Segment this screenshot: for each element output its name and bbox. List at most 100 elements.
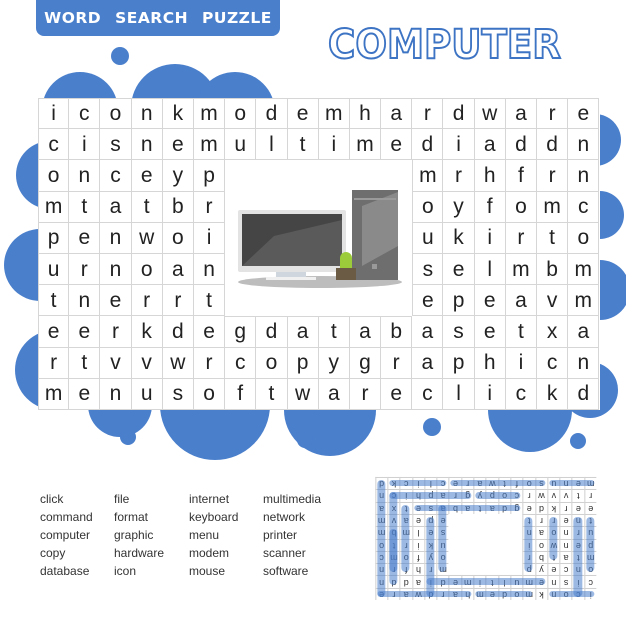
grid-cell[interactable]: k	[162, 98, 194, 130]
grid-cell[interactable]: r	[412, 98, 444, 130]
grid-cell[interactable]: p	[38, 222, 70, 254]
grid-cell[interactable]: i	[193, 222, 226, 254]
grid-cell[interactable]: o	[193, 378, 226, 410]
grid-cell[interactable]: s	[443, 316, 475, 348]
grid-cell[interactable]: b	[381, 316, 413, 348]
grid-cell[interactable]: d	[568, 378, 600, 410]
grid-cell[interactable]: v	[100, 347, 132, 379]
grid-cell[interactable]: a	[412, 316, 444, 348]
grid-cell[interactable]: r	[505, 222, 537, 254]
grid-cell[interactable]: n	[69, 160, 101, 192]
grid-cell[interactable]: e	[100, 285, 132, 317]
grid-cell[interactable]: a	[318, 378, 350, 410]
grid-cell[interactable]: u	[225, 129, 257, 161]
grid-cell[interactable]: a	[287, 316, 319, 348]
grid-cell[interactable]: d	[256, 98, 288, 130]
grid-cell[interactable]: r	[38, 347, 70, 379]
grid-cell[interactable]: t	[69, 191, 101, 223]
grid-cell[interactable]: c	[505, 378, 537, 410]
grid-cell[interactable]: t	[537, 222, 569, 254]
grid-cell[interactable]: b	[537, 253, 569, 286]
grid-cell[interactable]: t	[131, 191, 163, 223]
grid-cell[interactable]: d	[256, 316, 288, 348]
grid-cell[interactable]: c	[412, 378, 444, 410]
grid-cell[interactable]: m	[568, 253, 600, 286]
grid-cell[interactable]: r	[381, 347, 413, 379]
grid-cell[interactable]: w	[287, 378, 319, 410]
grid-cell[interactable]: e	[474, 316, 506, 348]
grid-cell[interactable]: m	[38, 378, 70, 410]
grid-cell[interactable]: f	[474, 191, 506, 223]
grid-cell[interactable]: k	[443, 222, 475, 254]
grid-cell[interactable]: i	[38, 98, 70, 130]
grid-cell[interactable]: e	[381, 129, 413, 161]
grid-cell[interactable]: o	[131, 253, 163, 286]
grid-cell[interactable]: c	[69, 98, 101, 130]
grid-cell[interactable]: i	[505, 347, 537, 379]
grid-cell[interactable]: t	[287, 129, 319, 161]
grid-cell[interactable]: m	[568, 285, 600, 317]
grid-cell[interactable]: r	[131, 285, 163, 317]
grid-cell[interactable]: r	[162, 285, 194, 317]
grid-cell[interactable]: l	[256, 129, 288, 161]
grid-cell[interactable]: p	[193, 160, 226, 192]
grid-cell[interactable]: r	[193, 191, 226, 223]
grid-cell[interactable]: d	[412, 129, 444, 161]
grid-cell[interactable]: i	[474, 378, 506, 410]
grid-cell[interactable]: c	[537, 347, 569, 379]
grid-cell[interactable]: m	[193, 129, 226, 161]
grid-cell[interactable]: m	[349, 129, 382, 161]
grid-cell[interactable]: k	[131, 316, 163, 348]
grid-cell[interactable]: m	[412, 160, 444, 192]
grid-cell[interactable]: o	[162, 222, 194, 254]
grid-cell[interactable]: g	[349, 347, 382, 379]
grid-cell[interactable]: i	[474, 222, 506, 254]
grid-cell[interactable]: a	[505, 285, 537, 317]
grid-cell[interactable]: a	[412, 347, 444, 379]
grid-cell[interactable]: h	[474, 347, 506, 379]
grid-cell[interactable]: w	[162, 347, 194, 379]
grid-cell[interactable]: c	[100, 160, 132, 192]
grid-cell[interactable]: o	[38, 160, 70, 192]
grid-cell[interactable]: d	[537, 129, 569, 161]
grid-cell[interactable]: m	[193, 98, 226, 130]
grid-cell[interactable]: h	[349, 98, 382, 130]
grid-cell[interactable]: r	[349, 378, 382, 410]
grid-cell[interactable]: t	[256, 378, 288, 410]
grid-cell[interactable]: e	[193, 316, 226, 348]
grid-cell[interactable]: e	[162, 129, 194, 161]
grid-cell[interactable]: i	[69, 129, 101, 161]
grid-cell[interactable]: n	[193, 253, 226, 286]
grid-cell[interactable]: d	[505, 129, 537, 161]
grid-cell[interactable]: e	[38, 316, 70, 348]
grid-cell[interactable]: e	[443, 253, 475, 286]
grid-cell[interactable]: n	[568, 129, 600, 161]
grid-cell[interactable]: o	[568, 222, 600, 254]
grid-cell[interactable]: o	[100, 98, 132, 130]
grid-cell[interactable]: n	[100, 253, 132, 286]
grid-cell[interactable]: n	[131, 129, 163, 161]
grid-cell[interactable]: w	[131, 222, 163, 254]
grid-cell[interactable]: t	[193, 285, 226, 317]
grid-cell[interactable]: l	[443, 378, 475, 410]
grid-cell[interactable]: d	[443, 98, 475, 130]
grid-cell[interactable]: k	[537, 378, 569, 410]
grid-cell[interactable]: c	[225, 347, 257, 379]
grid-cell[interactable]: s	[412, 253, 444, 286]
grid-cell[interactable]: f	[505, 160, 537, 192]
grid-cell[interactable]: o	[412, 191, 444, 223]
grid-cell[interactable]: p	[443, 347, 475, 379]
grid-cell[interactable]: r	[69, 253, 101, 286]
grid-cell[interactable]: n	[131, 98, 163, 130]
grid-cell[interactable]: p	[443, 285, 475, 317]
grid-cell[interactable]: r	[537, 98, 569, 130]
grid-cell[interactable]: v	[537, 285, 569, 317]
grid-cell[interactable]: e	[381, 378, 413, 410]
grid-cell[interactable]: a	[162, 253, 194, 286]
grid-cell[interactable]: n	[568, 160, 600, 192]
grid-cell[interactable]: m	[505, 253, 537, 286]
grid-cell[interactable]: a	[349, 316, 382, 348]
grid-cell[interactable]: u	[38, 253, 70, 286]
grid-cell[interactable]: g	[225, 316, 257, 348]
grid-cell[interactable]: c	[568, 191, 600, 223]
